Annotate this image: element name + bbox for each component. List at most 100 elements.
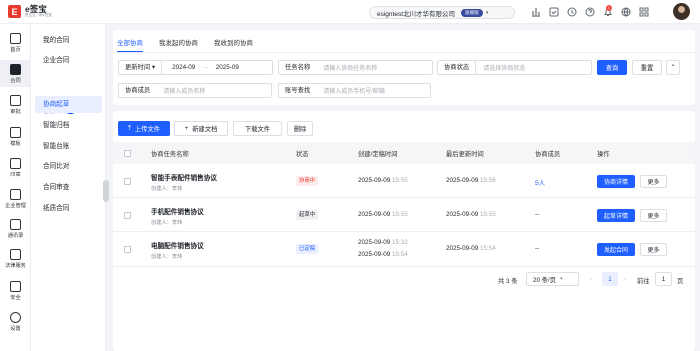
account-filter[interactable]: 账号查找 请输入成员手机号/邮箱 [278, 83, 431, 98]
sub-item-archive[interactable]: 智能归档 [35, 117, 102, 134]
updated-date: 2025-09-09 [446, 245, 479, 252]
more-button[interactable]: 更多 [640, 175, 667, 188]
tab-all[interactable]: 全部协商 [117, 37, 143, 52]
date-separator: → [202, 64, 209, 71]
chevron-up-icon[interactable]: ⌃ [666, 60, 680, 75]
chart-icon[interactable] [528, 5, 543, 19]
query-button[interactable]: 查询 [597, 60, 627, 75]
detail-button[interactable]: 起草详情 [597, 209, 635, 222]
page-size-value: 20 条/页 [533, 276, 557, 284]
clock-icon[interactable] [564, 5, 579, 19]
task-name[interactable]: 手机配件销售协议 [151, 206, 204, 216]
goto-input[interactable]: 1 [655, 272, 672, 286]
status-select[interactable]: 请选择协商状态 [476, 63, 525, 72]
nav-item-home[interactable]: 首页 [0, 30, 31, 56]
table-header: 协商任务名称 状态 创建/定稿时间 最后更新时间 协商成员 操作 [113, 142, 695, 164]
nav-label: 模板 [10, 141, 21, 147]
more-button[interactable]: 更多 [640, 243, 667, 256]
member-count: -- [535, 211, 540, 218]
nav-item-legal[interactable]: 法律服务 [0, 246, 31, 272]
task-name-filter[interactable]: 任务名称 请输入协商任务名称 [278, 60, 433, 75]
final-date: 2025-09-09 [358, 251, 391, 258]
status-badge: 起草中 [296, 210, 319, 220]
download-button[interactable]: 下载文件 [233, 121, 282, 136]
sub-item-ledger[interactable]: 智能台账 [35, 138, 102, 155]
table-row: 电脑配件销售协议 创建人：李玮 已定稿 2025-09-09 15:32 202… [113, 232, 695, 267]
nav-item-template[interactable]: 模板 [0, 124, 31, 150]
member-input[interactable]: 请输入成员名称 [156, 86, 205, 95]
status-filter[interactable]: 协商状态 请选择协商状态 [437, 60, 592, 75]
sub-nav: 我的合同 企业合同 智能工具AI 协商起草 智能归档 智能台账 合同比对 合同审… [31, 24, 106, 351]
created-time: 2025-09-09 15:55 [358, 211, 408, 218]
created-date: 2025-09-09 [358, 239, 391, 246]
avatar[interactable] [673, 3, 690, 20]
seal-icon [10, 158, 21, 169]
page-size-select[interactable]: 20 条/页 ▾ [526, 272, 579, 286]
task-name[interactable]: 智能手表配件销售协议 [151, 172, 217, 182]
app-logo[interactable]: E e签宝 签企业 · 用e签宝 [8, 5, 52, 18]
sub-item-enterprise-contracts[interactable]: 企业合同 [35, 52, 102, 69]
created-time: 2025-09-09 15:32 [358, 239, 408, 246]
tab-received[interactable]: 我收到的协商 [214, 37, 253, 52]
update-time-select[interactable]: 更新时间 ▾ [119, 61, 163, 74]
new-doc-button[interactable]: + 新建文档 [174, 121, 228, 136]
table-row: 智能手表配件销售协议 创建人：李玮 协商中 2025-09-09 15:55 2… [113, 164, 695, 198]
date-from[interactable]: 2024-09 [162, 64, 195, 71]
select-all-checkbox[interactable] [124, 150, 131, 157]
company-switcher[interactable]: esigntest北川才华有限公司 旗舰版 ▾ [369, 6, 515, 19]
security-icon [10, 281, 21, 292]
row-checkbox[interactable] [124, 178, 131, 185]
globe-icon[interactable] [618, 5, 633, 19]
task-name[interactable]: 电脑配件销售协议 [151, 240, 204, 250]
chevron-down-icon: ▾ [485, 9, 489, 16]
start-contract-button[interactable]: 发起合同 [597, 243, 635, 256]
logo-tagline: 签企业 · 用e签宝 [25, 13, 52, 17]
update-time-filter[interactable]: 更新时间 ▾ 2024-09 → 2025-09 [118, 60, 273, 75]
row-checkbox[interactable] [124, 212, 131, 219]
nav-item-settings[interactable]: 设置 [0, 309, 31, 335]
detail-button[interactable]: 协商详情 [597, 175, 635, 188]
delete-button[interactable]: 删除 [287, 121, 313, 136]
legal-icon [10, 249, 21, 260]
tab-initiated[interactable]: 我发起的协商 [159, 37, 198, 52]
creator: 创建人：李玮 [151, 186, 183, 192]
account-input[interactable]: 请输入成员手机号/邮箱 [316, 86, 385, 95]
total-count: 共 3 条 [498, 278, 518, 285]
sub-item-draft[interactable]: 协商起草 [35, 96, 102, 113]
more-button[interactable]: 更多 [640, 209, 667, 222]
nav-item-approval[interactable]: 审批 [0, 92, 31, 118]
approval-icon [10, 95, 21, 106]
sub-item-my-contracts[interactable]: 我的合同 [35, 32, 102, 49]
help-icon[interactable] [582, 5, 597, 19]
prev-page-icon[interactable]: ‹ [590, 276, 592, 283]
checkbox-icon[interactable] [546, 5, 561, 19]
goto-label: 前往 [637, 278, 650, 285]
col-name: 协商任务名称 [151, 151, 189, 158]
collapse-handle[interactable] [103, 180, 109, 202]
bell-icon[interactable]: 1 [600, 5, 615, 19]
nav-label: 通讯录 [7, 233, 24, 239]
nav-item-contacts[interactable]: 通讯录 [0, 216, 31, 242]
sub-item-paper[interactable]: 纸质合同 [35, 200, 102, 217]
nav-item-contract[interactable]: 合同 [0, 60, 31, 87]
left-nav: 首页 合同 审批 模板 印章 企业管理 通讯录 法律服务 安全 设置 [0, 24, 31, 351]
nav-item-seal[interactable]: 印章 [0, 155, 31, 181]
nav-item-security[interactable]: 安全 [0, 278, 31, 304]
upload-button[interactable]: ⤒ 上传文件 [118, 121, 170, 136]
sub-item-compare[interactable]: 合同比对 [35, 158, 102, 175]
task-name-input[interactable]: 请输入协商任务名称 [316, 63, 377, 72]
member-count[interactable]: 5人 [535, 177, 545, 187]
updated-clock: 15:55 [479, 211, 496, 218]
grid-icon[interactable] [636, 5, 651, 19]
member-count: -- [535, 245, 540, 252]
reset-button[interactable]: 重置 [632, 60, 662, 75]
next-page-icon[interactable]: › [624, 276, 626, 283]
row-checkbox[interactable] [124, 246, 131, 253]
member-filter[interactable]: 协商成员 请输入成员名称 [118, 83, 272, 98]
date-to[interactable]: 2025-09 [216, 64, 239, 71]
page-1-button[interactable]: 1 [602, 272, 618, 286]
nav-item-enterprise[interactable]: 企业管理 [0, 186, 31, 212]
sub-item-review[interactable]: 合同审查 [35, 179, 102, 196]
goto-value: 1 [661, 275, 666, 283]
created-time: 2025-09-09 15:55 [358, 177, 408, 184]
